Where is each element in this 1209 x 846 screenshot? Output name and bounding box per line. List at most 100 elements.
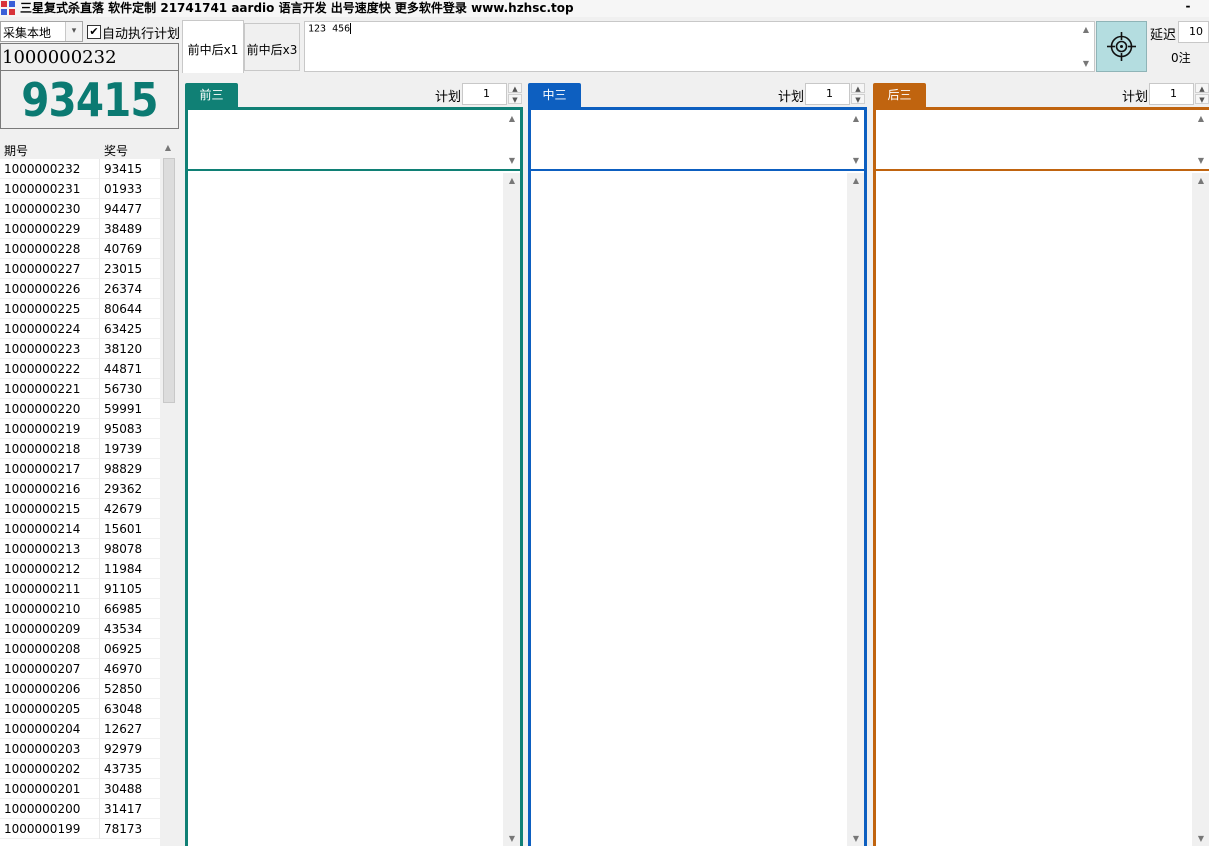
scroll-up-icon[interactable]: ▲ xyxy=(848,114,864,123)
column-header-number[interactable]: 奖号 xyxy=(104,142,128,159)
history-row[interactable]: 1000000226 26374 xyxy=(0,279,160,299)
spin-up-icon[interactable]: ▲ xyxy=(1195,83,1209,93)
back-three-list[interactable]: ▲ ▼ xyxy=(876,173,1209,846)
history-issue: 1000000223 xyxy=(4,342,81,356)
history-row[interactable]: 1000000224 63425 xyxy=(0,319,160,339)
history-row[interactable]: 1000000216 29362 xyxy=(0,479,160,499)
history-row[interactable]: 1000000217 98829 xyxy=(0,459,160,479)
plan-stepper-middle[interactable]: ▲ ▼ xyxy=(851,83,865,105)
scrollbar[interactable]: ▲ ▼ xyxy=(1192,173,1209,846)
scrollbar[interactable]: ▲ ▼ xyxy=(503,110,520,169)
history-row[interactable]: 1000000221 56730 xyxy=(0,379,160,399)
scroll-up-icon[interactable]: ▲ xyxy=(1193,114,1209,123)
history-row[interactable]: 1000000213 98078 xyxy=(0,539,160,559)
history-row[interactable]: 1000000199 78173 xyxy=(0,819,160,839)
column-divider xyxy=(99,519,100,539)
scroll-down-icon[interactable]: ▼ xyxy=(848,156,864,165)
minimize-button[interactable]: - xyxy=(1180,0,1196,17)
history-scrollbar[interactable]: ▲ xyxy=(160,141,176,846)
tab-back-three[interactable]: 后三 xyxy=(873,83,926,108)
history-row[interactable]: 1000000232 93415 xyxy=(0,159,160,179)
scroll-up-icon[interactable]: ▲ xyxy=(160,143,176,152)
history-row[interactable]: 1000000209 43534 xyxy=(0,619,160,639)
front-three-list[interactable]: ▲ ▼ xyxy=(188,173,520,846)
history-row[interactable]: 1000000215 42679 xyxy=(0,499,160,519)
history-row[interactable]: 1000000214 15601 xyxy=(0,519,160,539)
scroll-up-icon[interactable]: ▲ xyxy=(504,114,520,123)
history-row[interactable]: 1000000203 92979 xyxy=(0,739,160,759)
plan-input-back[interactable]: 1 xyxy=(1149,83,1194,105)
history-row[interactable]: 1000000202 43735 xyxy=(0,759,160,779)
history-number: 43735 xyxy=(104,762,143,776)
history-row[interactable]: 1000000225 80644 xyxy=(0,299,160,319)
history-row[interactable]: 1000000201 30488 xyxy=(0,779,160,799)
scroll-down-icon[interactable]: ▼ xyxy=(1193,156,1209,165)
plan-stepper-back[interactable]: ▲ ▼ xyxy=(1195,83,1209,105)
back-three-result-box[interactable]: ▲ ▼ xyxy=(876,110,1209,171)
history-row[interactable]: 1000000219 95083 xyxy=(0,419,160,439)
plan-stepper-front[interactable]: ▲ ▼ xyxy=(508,83,522,105)
history-row[interactable]: 1000000210 66985 xyxy=(0,599,160,619)
spin-up-icon[interactable]: ▲ xyxy=(851,83,865,93)
history-row[interactable]: 1000000230 94477 xyxy=(0,199,160,219)
spin-up-icon[interactable]: ▲ xyxy=(508,83,522,93)
scrollbar[interactable]: ▲ ▼ xyxy=(847,173,864,846)
history-row[interactable]: 1000000211 91105 xyxy=(0,579,160,599)
plan-input-front[interactable]: 1 xyxy=(462,83,507,105)
spin-down-icon[interactable]: ▼ xyxy=(508,94,522,104)
history-row[interactable]: 1000000229 38489 xyxy=(0,219,160,239)
history-list[interactable]: 期号 奖号 1000000232 93415 1000000231 01933 1000… xyxy=(0,141,176,846)
spin-down-icon[interactable]: ▼ xyxy=(1195,94,1209,104)
history-row[interactable]: 1000000231 01933 xyxy=(0,179,160,199)
history-row[interactable]: 1000000228 40769 xyxy=(0,239,160,259)
column-header-issue[interactable]: 期号 xyxy=(4,142,28,159)
history-row[interactable]: 1000000205 63048 xyxy=(0,699,160,719)
scroll-up-icon[interactable]: ▲ xyxy=(1078,25,1094,34)
scroll-up-icon[interactable]: ▲ xyxy=(848,176,864,185)
history-row[interactable]: 1000000222 44871 xyxy=(0,359,160,379)
history-row[interactable]: 1000000208 06925 xyxy=(0,639,160,659)
front-three-result-box[interactable]: ▲ ▼ xyxy=(188,110,520,171)
history-row[interactable]: 1000000223 38120 xyxy=(0,339,160,359)
history-row[interactable]: 1000000207 46970 xyxy=(0,659,160,679)
scroll-thumb[interactable] xyxy=(163,158,175,403)
numbers-input[interactable]: 123 456 ▲ ▼ xyxy=(304,21,1095,72)
history-number: 52850 xyxy=(104,682,143,696)
tab-mode-x3[interactable]: 前中后x3 xyxy=(244,23,300,71)
tab-front-three[interactable]: 前三 xyxy=(185,83,238,108)
scroll-down-icon[interactable]: ▼ xyxy=(848,834,864,843)
history-row[interactable]: 1000000206 52850 xyxy=(0,679,160,699)
history-row[interactable]: 1000000218 19739 xyxy=(0,439,160,459)
plan-input-middle[interactable]: 1 xyxy=(805,83,850,105)
tab-mode-x1[interactable]: 前中后x1 xyxy=(182,20,244,73)
history-row[interactable]: 1000000200 31417 xyxy=(0,799,160,819)
scroll-down-icon[interactable]: ▼ xyxy=(504,834,520,843)
history-number: 01933 xyxy=(104,182,143,196)
checkmark-icon[interactable]: ✔ xyxy=(87,25,101,39)
scrollbar[interactable]: ▲ ▼ xyxy=(847,110,864,169)
divider xyxy=(1,70,178,71)
spin-down-icon[interactable]: ▼ xyxy=(851,94,865,104)
scrollbar[interactable]: ▲ ▼ xyxy=(1192,110,1209,169)
history-row[interactable]: 1000000212 11984 xyxy=(0,559,160,579)
scroll-down-icon[interactable]: ▼ xyxy=(1078,59,1094,68)
middle-three-panel: ▲ ▼ ▲ ▼ xyxy=(528,107,867,846)
scroll-up-icon[interactable]: ▲ xyxy=(1193,176,1209,185)
history-issue: 1000000218 xyxy=(4,442,81,456)
scroll-down-icon[interactable]: ▼ xyxy=(504,156,520,165)
history-row[interactable]: 1000000227 23015 xyxy=(0,259,160,279)
delay-input[interactable]: 10 xyxy=(1178,21,1209,43)
middle-three-result-box[interactable]: ▲ ▼ xyxy=(531,110,864,171)
back-three-panel: ▲ ▼ ▲ ▼ xyxy=(873,107,1209,846)
tab-middle-three[interactable]: 中三 xyxy=(528,83,581,108)
scroll-up-icon[interactable]: ▲ xyxy=(504,176,520,185)
middle-three-list[interactable]: ▲ ▼ xyxy=(531,173,864,846)
source-select[interactable]: 采集本地 ▾ xyxy=(0,21,83,42)
chevron-down-icon[interactable]: ▾ xyxy=(65,22,82,41)
target-button[interactable] xyxy=(1096,21,1147,72)
history-row[interactable]: 1000000204 12627 xyxy=(0,719,160,739)
scroll-down-icon[interactable]: ▼ xyxy=(1193,834,1209,843)
scrollbar[interactable]: ▲ ▼ xyxy=(503,173,520,846)
history-row[interactable]: 1000000220 59991 xyxy=(0,399,160,419)
numbers-input-scrollbar[interactable]: ▲ ▼ xyxy=(1077,22,1094,71)
